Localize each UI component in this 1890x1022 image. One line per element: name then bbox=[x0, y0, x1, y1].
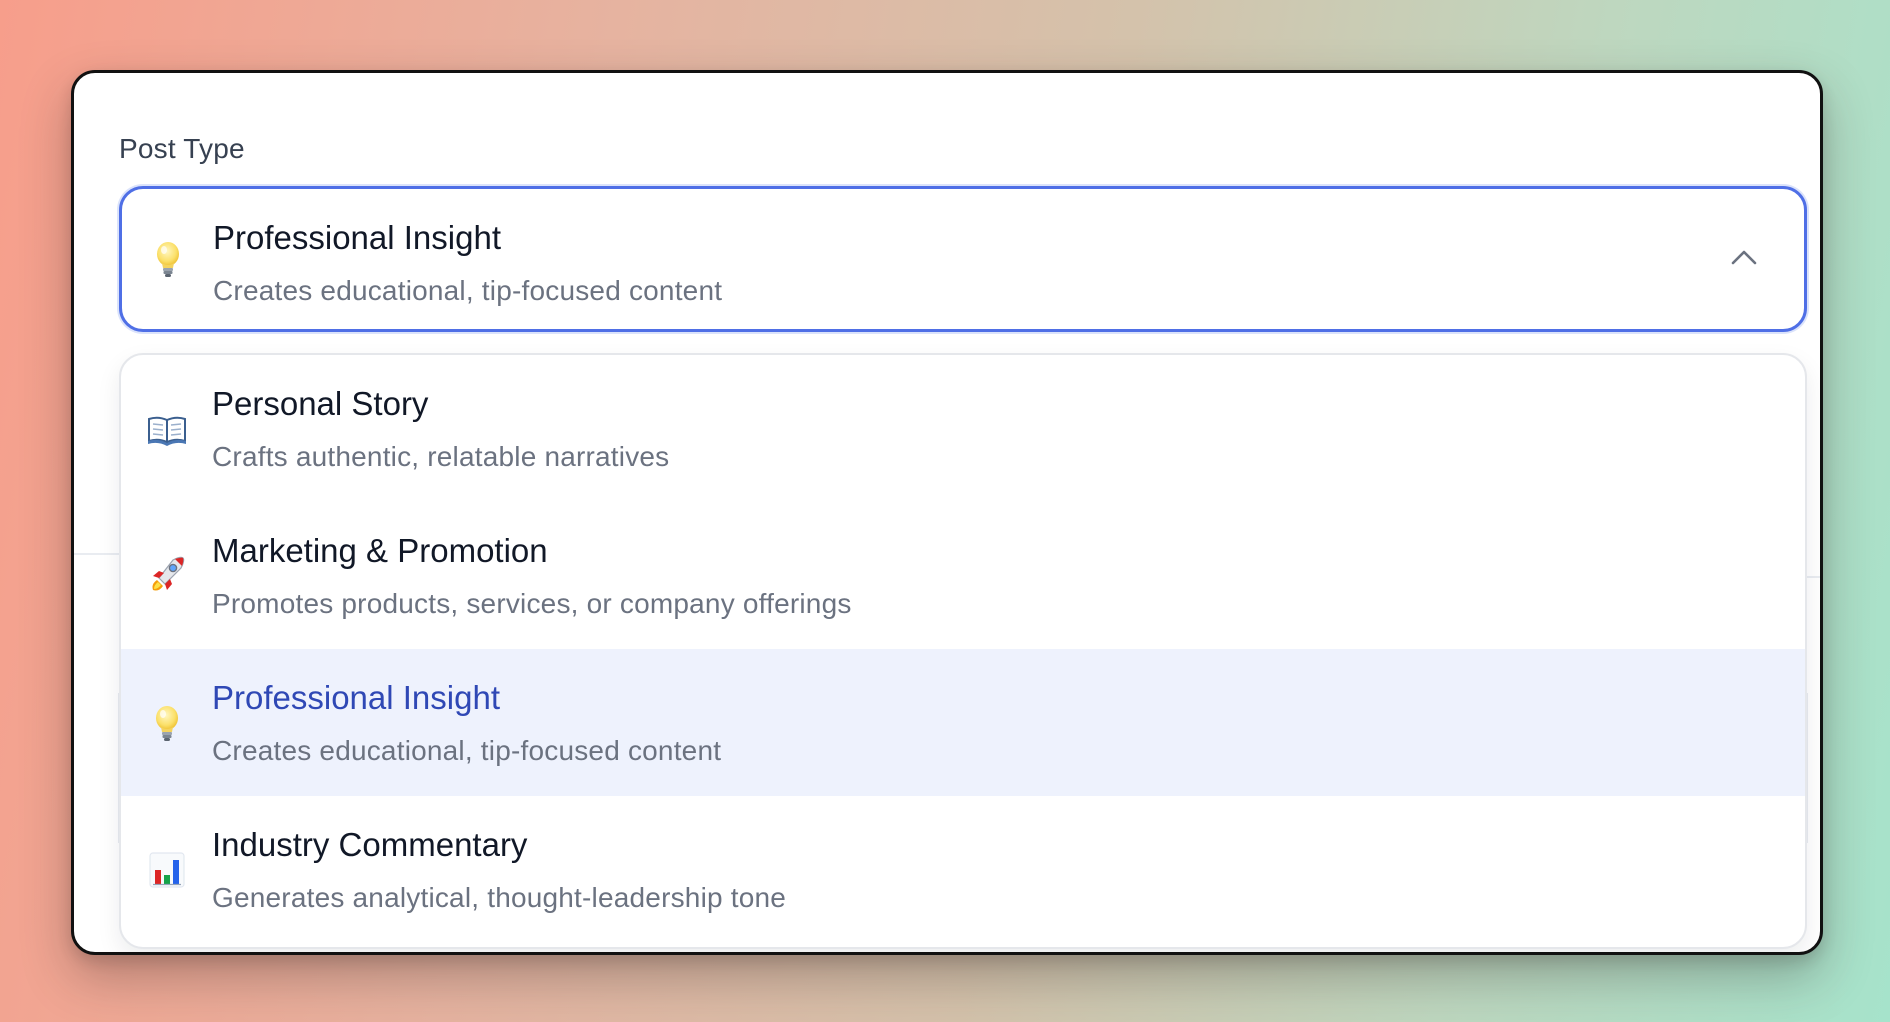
bar-chart-icon bbox=[145, 848, 189, 892]
option-personal-story[interactable]: Personal Story Crafts authentic, relatab… bbox=[121, 355, 1805, 502]
option-industry-commentary[interactable]: Industry Commentary Generates analytical… bbox=[121, 796, 1805, 943]
option-title: Personal Story bbox=[212, 385, 429, 422]
option-marketing-promotion[interactable]: Marketing & Promotion Promotes products,… bbox=[121, 502, 1805, 649]
lightbulb-icon bbox=[146, 237, 190, 281]
app-window: Post Type Professional Insight Creates e… bbox=[71, 70, 1823, 955]
option-title: Marketing & Promotion bbox=[212, 532, 548, 569]
post-type-select[interactable]: Professional Insight Creates educational… bbox=[119, 186, 1807, 332]
option-title: Industry Commentary bbox=[212, 826, 528, 863]
option-description: Creates educational, tip-focused content bbox=[212, 735, 722, 766]
option-professional-insight[interactable]: Professional Insight Creates educational… bbox=[121, 649, 1805, 796]
option-title: Professional Insight bbox=[212, 679, 500, 716]
post-type-label: Post Type bbox=[119, 133, 245, 164]
post-type-options-list: Personal Story Crafts authentic, relatab… bbox=[119, 353, 1807, 949]
lightbulb-icon bbox=[145, 701, 189, 745]
chevron-up-icon[interactable] bbox=[1730, 247, 1758, 267]
background-divider bbox=[1807, 576, 1820, 578]
selected-option-description: Creates educational, tip-focused content bbox=[213, 275, 723, 306]
background-divider bbox=[74, 553, 119, 555]
option-description: Crafts authentic, relatable narratives bbox=[212, 441, 670, 472]
option-description: Generates analytical, thought-leadership… bbox=[212, 882, 787, 913]
open-book-icon bbox=[145, 407, 189, 451]
rocket-icon bbox=[145, 554, 189, 598]
option-description: Promotes products, services, or company … bbox=[212, 588, 852, 619]
selected-option-title: Professional Insight bbox=[213, 219, 501, 256]
